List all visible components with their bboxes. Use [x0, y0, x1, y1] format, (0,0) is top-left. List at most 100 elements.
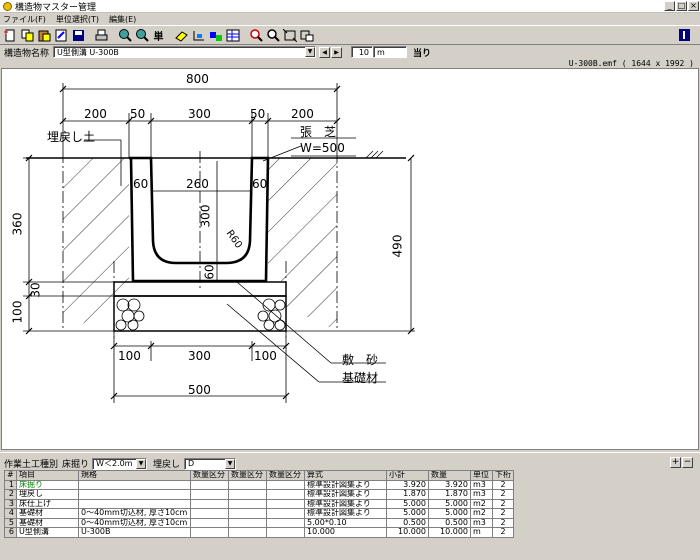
prev-structure-button[interactable]: ◀ — [319, 46, 331, 58]
close-button[interactable]: × — [688, 1, 699, 11]
table-cell[interactable]: 10.000 — [304, 527, 387, 538]
new-icon[interactable] — [3, 28, 18, 43]
chevron-down-icon[interactable]: ▼ — [225, 458, 236, 469]
table-cell[interactable] — [78, 479, 191, 490]
maximize-button[interactable]: □ — [676, 1, 687, 11]
help-icon[interactable] — [677, 28, 692, 43]
table-cell[interactable] — [228, 489, 267, 500]
menu-file[interactable]: ファイル(F) — [3, 14, 46, 25]
table-cell[interactable]: 3.920 — [386, 479, 429, 490]
table-cell[interactable] — [228, 498, 267, 509]
table-cell[interactable]: 10.000 — [428, 527, 471, 538]
table-cell[interactable]: 床掘り — [16, 479, 79, 490]
table-cell[interactable]: 1.870 — [386, 489, 429, 500]
fit-icon[interactable] — [282, 28, 297, 43]
table-cell[interactable]: 2 — [492, 517, 514, 528]
chevron-down-icon[interactable]: ▼ — [136, 458, 147, 469]
print-icon[interactable] — [94, 28, 109, 43]
table-cell[interactable] — [228, 508, 267, 519]
table-cell[interactable]: m3 — [470, 489, 493, 500]
backfill-select[interactable]: D ▼ — [184, 457, 237, 470]
table-cell[interactable] — [228, 479, 267, 490]
table-cell[interactable] — [190, 508, 229, 519]
next-structure-button[interactable]: ▶ — [331, 46, 343, 58]
paste-icon[interactable] — [37, 28, 52, 43]
table-cell[interactable] — [228, 527, 267, 538]
table-cell[interactable]: m3 — [470, 479, 493, 490]
table-cell[interactable] — [266, 527, 305, 538]
table-cell[interactable]: 5.000 — [428, 508, 471, 519]
excavation-select[interactable]: W＜2.0m ▼ — [92, 457, 148, 470]
table-cell[interactable] — [190, 498, 229, 509]
table-cell[interactable]: 標準設計図集より — [304, 489, 387, 500]
add-row-button[interactable]: + — [670, 457, 681, 468]
structure-name-select[interactable]: U型側溝 U-300B ▼ — [53, 46, 317, 58]
quantity-input[interactable]: 10 — [351, 46, 374, 58]
table-cell[interactable]: 5.00*0.10 — [304, 517, 387, 528]
table-cell[interactable]: m2 — [470, 508, 493, 519]
dimension-icon[interactable] — [191, 28, 206, 43]
table-cell[interactable]: m2 — [470, 498, 493, 509]
zoom-out-icon[interactable] — [134, 28, 149, 43]
table-cell[interactable]: 5.000 — [386, 508, 429, 519]
table-cell[interactable]: U型側溝 — [16, 527, 79, 538]
table-cell[interactable]: m — [470, 527, 493, 538]
table-cell[interactable] — [228, 517, 267, 528]
menu-edit[interactable]: 編集(E) — [109, 14, 136, 25]
table-row[interactable]: 6 U型側溝 U-300B 10.000 10.000 10.000 m 2 — [4, 527, 514, 538]
chevron-down-icon[interactable]: ▼ — [305, 47, 316, 57]
table-cell[interactable]: 2 — [492, 479, 514, 490]
minimize-button[interactable]: _ — [664, 1, 675, 11]
zoom-window-icon[interactable] — [265, 28, 280, 43]
table-icon[interactable] — [225, 28, 240, 43]
table-row[interactable]: 1 床掘り 標準設計図集より 3.920 3.920 m3 2 — [4, 479, 514, 490]
table-cell[interactable]: 10.000 — [386, 527, 429, 538]
edit-icon[interactable] — [54, 28, 69, 43]
table-cell[interactable]: 基礎材 — [16, 508, 79, 519]
table-cell[interactable]: U-300B — [78, 527, 191, 538]
table-cell[interactable]: 2 — [492, 498, 514, 509]
table-cell[interactable]: 5.000 — [428, 498, 471, 509]
table-row[interactable]: 3 床仕上げ 標準設計図集より 5.000 5.000 m2 2 — [4, 498, 514, 509]
save-icon[interactable] — [71, 28, 86, 43]
copy-icon[interactable] — [20, 28, 35, 43]
table-cell[interactable]: 5.000 — [386, 498, 429, 509]
table-cell[interactable] — [266, 508, 305, 519]
table-cell[interactable] — [78, 489, 191, 500]
table-cell[interactable]: 2 — [492, 489, 514, 500]
eraser-icon[interactable] — [174, 28, 189, 43]
table-cell[interactable] — [190, 479, 229, 490]
move-icon[interactable] — [208, 28, 223, 43]
table-cell[interactable]: 3.920 — [428, 479, 471, 490]
table-cell[interactable]: 0～40mm切込材, 厚さ10cm — [78, 508, 191, 519]
table-cell[interactable]: 0.500 — [428, 517, 471, 528]
table-cell[interactable] — [266, 498, 305, 509]
table-cell[interactable]: 2 — [492, 527, 514, 538]
table-cell[interactable] — [78, 498, 191, 509]
table-row[interactable]: 5 基礎材 0～40mm切込材, 厚さ10cm 5.00*0.10 0.500 0.500… — [4, 517, 514, 528]
unit-field[interactable]: m — [373, 46, 408, 58]
table-cell[interactable] — [190, 489, 229, 500]
table-cell[interactable] — [266, 479, 305, 490]
remove-row-button[interactable]: − — [682, 457, 693, 468]
table-cell[interactable] — [190, 517, 229, 528]
table-cell[interactable]: 床仕上げ — [16, 498, 79, 509]
table-cell[interactable]: 標準設計図集より — [304, 498, 387, 509]
menu-unit-select[interactable]: 単位選択(T) — [56, 14, 99, 25]
scale-icon[interactable] — [299, 28, 314, 43]
table-cell[interactable] — [266, 517, 305, 528]
table-cell[interactable]: 標準設計図集より — [304, 508, 387, 519]
table-cell[interactable]: 標準設計図集より — [304, 479, 387, 490]
zoom-area-icon[interactable] — [248, 28, 263, 43]
table-row[interactable]: 4 基礎材 0～40mm切込材, 厚さ10cm 標準設計図集より 5.000 5.000 m… — [4, 508, 514, 519]
table-cell[interactable]: m3 — [470, 517, 493, 528]
table-cell[interactable] — [190, 527, 229, 538]
single-icon[interactable]: 単 — [151, 28, 166, 43]
table-cell[interactable]: 1.870 — [428, 489, 471, 500]
table-cell[interactable]: 基礎材 — [16, 517, 79, 528]
table-cell[interactable]: 埋戻し — [16, 489, 79, 500]
table-row[interactable]: 2 埋戻し 標準設計図集より 1.870 1.870 m3 2 — [4, 489, 514, 500]
zoom-in-icon[interactable] — [117, 28, 132, 43]
table-cell[interactable]: 2 — [492, 508, 514, 519]
drawing-canvas[interactable]: 800 200 50 300 50 200 埋戻し土 張 芝 W=500 60 … — [1, 68, 699, 450]
